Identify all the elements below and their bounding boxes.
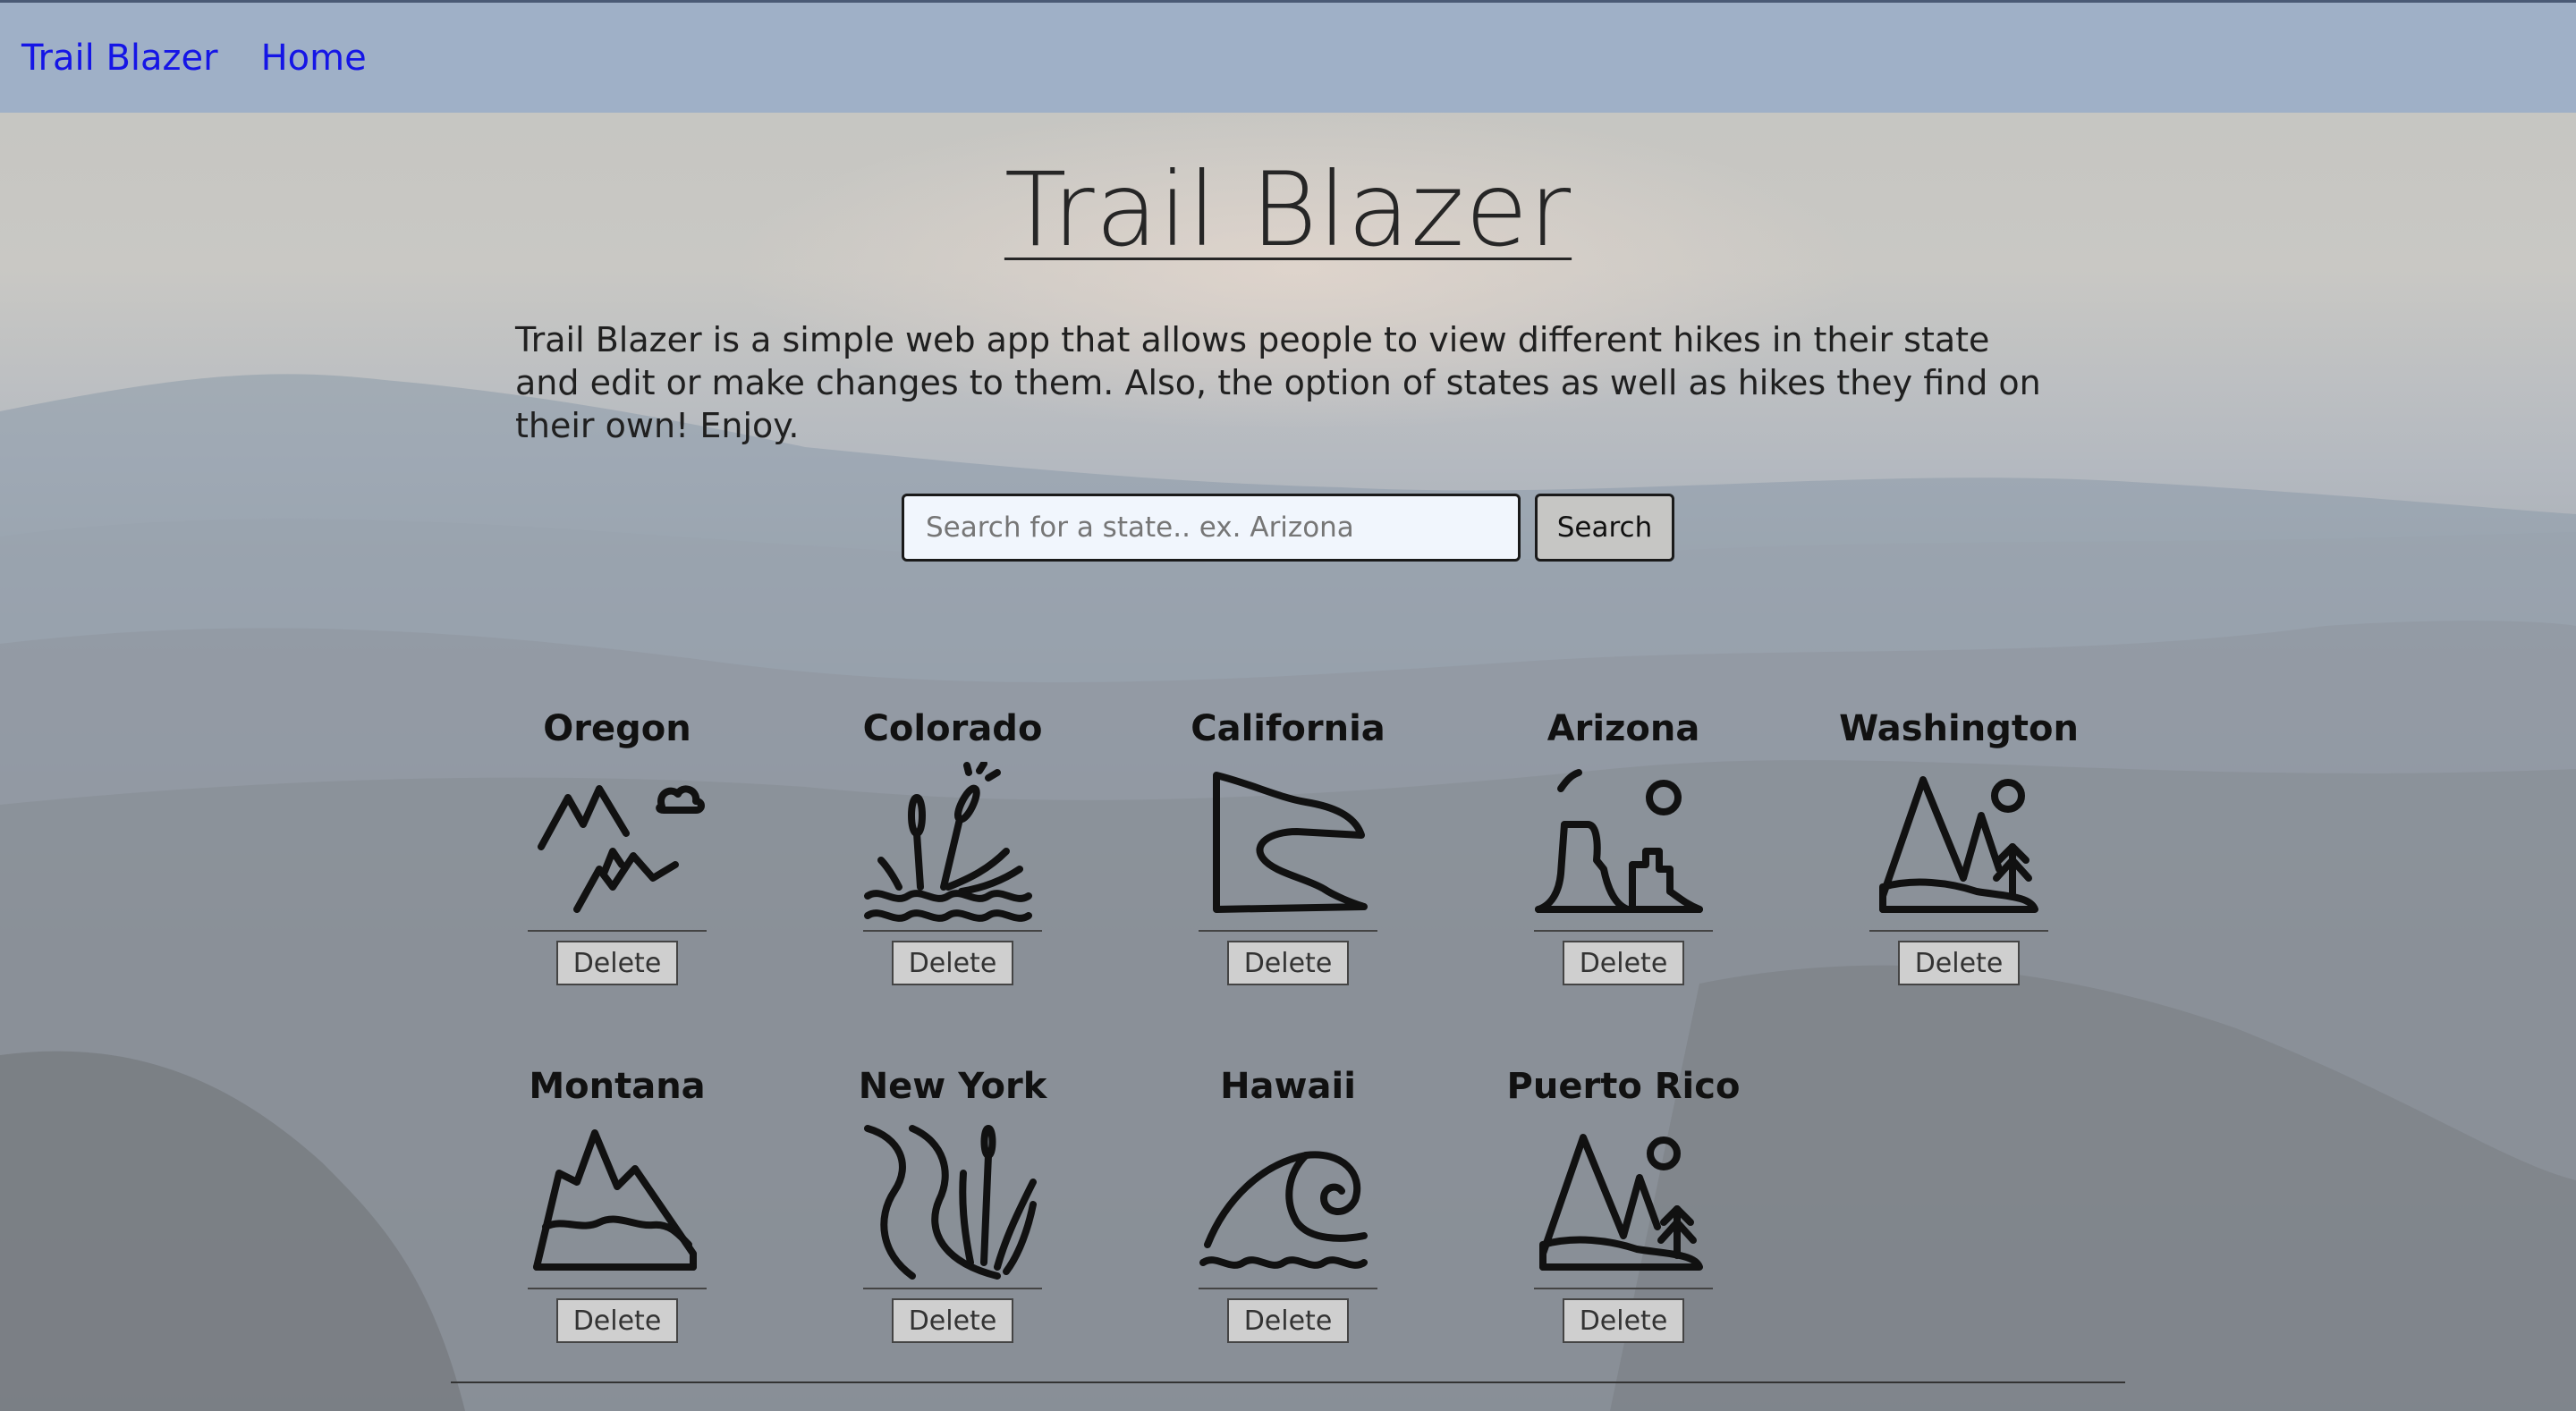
state-name: California (1191, 708, 1385, 749)
delete-button[interactable]: Delete (556, 1298, 678, 1343)
state-name: Hawaii (1220, 1066, 1356, 1107)
wave-icon (1199, 1151, 1368, 1269)
card-divider (1199, 930, 1377, 932)
page-title-text: Trail Blazer (1004, 150, 1572, 269)
state-card-oregon[interactable]: Oregon Delete (501, 706, 733, 1001)
state-card-colorado[interactable]: Colorado Delete (836, 706, 1069, 1001)
delete-button[interactable]: Delete (1898, 941, 2020, 985)
footer-divider (451, 1381, 2125, 1383)
delete-button[interactable]: Delete (892, 1298, 1013, 1343)
main-content: Trail Blazer Trail Blazer is a simple we… (0, 0, 2576, 1411)
nav-brand-link[interactable]: Trail Blazer (21, 38, 218, 79)
card-divider (1534, 1288, 1713, 1289)
card-divider (1534, 930, 1713, 932)
state-name: Arizona (1546, 708, 1700, 749)
snowy-mountain-icon (533, 1129, 697, 1271)
state-card-arizona[interactable]: Arizona Delete (1507, 706, 1740, 1001)
mountain-tree-sun-icon (1879, 776, 2038, 913)
desert-buttes-icon (1535, 769, 1703, 913)
cliff-river-icon (1213, 772, 1368, 913)
card-divider (863, 1288, 1042, 1289)
state-name: Puerto Rico (1506, 1066, 1741, 1107)
delete-button[interactable]: Delete (556, 941, 678, 985)
state-card-washington[interactable]: Washington Delete (1839, 706, 2079, 1001)
navbar: Trail Blazer Home (0, 0, 2576, 113)
state-card-hawaii[interactable]: Hawaii Delete (1172, 1064, 1404, 1359)
delete-button[interactable]: Delete (1227, 1298, 1349, 1343)
card-divider (1199, 1288, 1377, 1289)
state-card-new-york[interactable]: New York Delete (836, 1064, 1069, 1359)
page-title: Trail Blazer (0, 150, 2576, 269)
mountain-tree-sun-icon (1539, 1134, 1703, 1271)
state-name: Colorado (862, 708, 1043, 749)
state-name: Washington (1839, 708, 2079, 749)
intro-paragraph: Trail Blazer is a simple web app that al… (515, 320, 2041, 445)
card-divider (528, 1288, 707, 1289)
card-divider (863, 930, 1042, 932)
nav-home-link[interactable]: Home (261, 38, 367, 79)
delete-button[interactable]: Delete (1563, 941, 1684, 985)
state-card-montana[interactable]: Montana Delete (501, 1064, 733, 1359)
state-name: Oregon (543, 708, 691, 749)
mountains-cloud-icon (538, 785, 705, 913)
state-name: New York (858, 1066, 1047, 1107)
cattails-water-icon (864, 762, 1032, 922)
delete-button[interactable]: Delete (1563, 1298, 1684, 1343)
state-card-california[interactable]: California Delete (1172, 706, 1404, 1001)
delete-button[interactable]: Delete (1227, 941, 1349, 985)
search-input[interactable] (902, 494, 1521, 562)
river-reeds-icon (864, 1125, 1037, 1280)
state-name: Montana (529, 1066, 706, 1107)
card-divider (1869, 930, 2048, 932)
card-divider (528, 930, 707, 932)
search-button[interactable]: Search (1535, 494, 1674, 562)
delete-button[interactable]: Delete (892, 941, 1013, 985)
state-card-puerto-rico[interactable]: Puerto Rico Delete (1507, 1064, 1740, 1359)
